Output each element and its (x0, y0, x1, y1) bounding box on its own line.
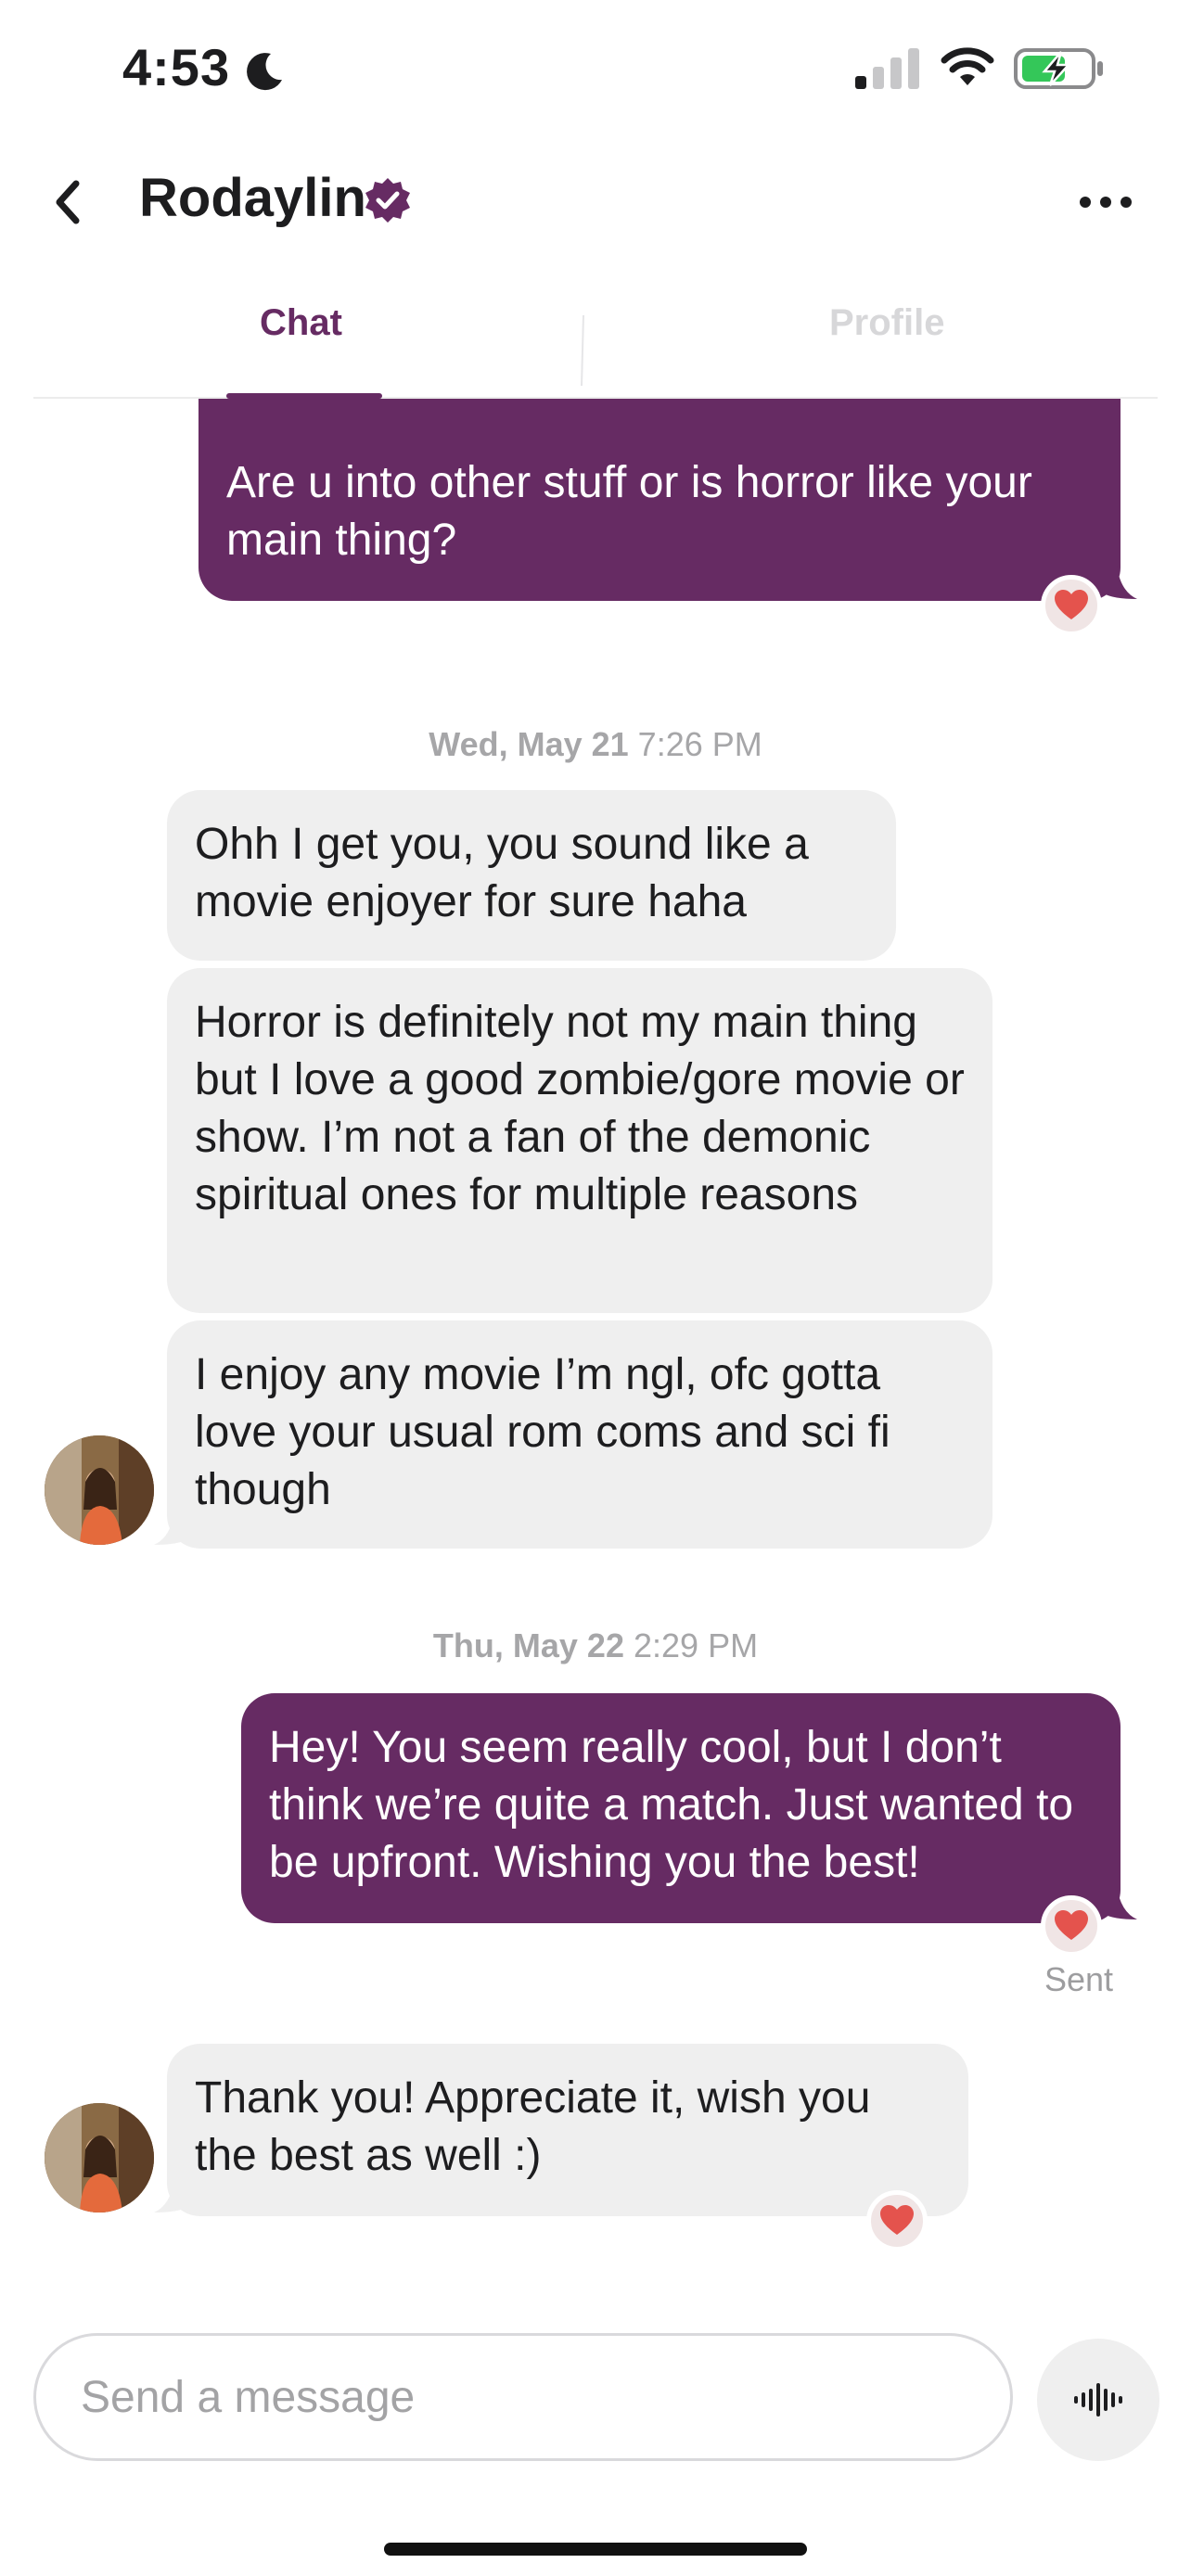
battery-charging-icon (1014, 48, 1103, 89)
tab-divider (581, 315, 584, 386)
date-separator: Thu, May 22 2:29 PM (0, 1626, 1191, 1665)
verified-badge-icon (365, 178, 410, 223)
date-separator: Wed, May 21 7:26 PM (0, 725, 1191, 764)
message-list[interactable]: Are u into other stuff or is horror like… (0, 399, 1191, 2329)
outgoing-message[interactable]: Hey! You seem really cool, but I don’t t… (241, 1693, 1121, 1923)
reaction-heart[interactable] (1041, 575, 1102, 636)
heart-icon (1055, 590, 1088, 619)
message-input[interactable] (81, 2336, 971, 2458)
tab-chat[interactable]: Chat (260, 302, 342, 344)
incoming-message[interactable]: Thank you! Appreciate it, wish you the b… (167, 2044, 968, 2216)
avatar-photo (45, 1435, 154, 1545)
avatar-photo (45, 2103, 154, 2213)
tab-profile[interactable]: Profile (829, 302, 944, 344)
voice-message-button[interactable] (1037, 2339, 1159, 2461)
message-text: Are u into other stuff or is horror like… (226, 458, 1032, 565)
audio-waveform-icon (1074, 2383, 1122, 2417)
reaction-heart[interactable] (866, 2190, 928, 2251)
incoming-message[interactable]: Ohh I get you, you sound like a movie en… (167, 790, 896, 961)
incoming-message[interactable]: I enjoy any movie I’m ngl, ofc gotta lov… (167, 1320, 992, 1549)
message-text: I enjoy any movie I’m ngl, ofc gotta lov… (195, 1350, 890, 1514)
message-status: Sent (1044, 1960, 1114, 1998)
status-time: 4:53 (122, 38, 231, 96)
more-options-icon[interactable] (1076, 187, 1135, 217)
message-text: Horror is definitely not my main thing b… (195, 998, 965, 1219)
heart-icon (880, 2205, 914, 2235)
cellular-signal-icon (855, 48, 919, 89)
message-text: Ohh I get you, you sound like a movie en… (195, 820, 809, 926)
back-chevron-icon[interactable] (48, 176, 89, 228)
outgoing-message[interactable]: Are u into other stuff or is horror like… (198, 399, 1121, 601)
wifi-icon (941, 47, 994, 85)
date-separator-day: Wed, May 21 (429, 725, 629, 763)
message-composer (33, 2333, 1013, 2461)
contact-name[interactable]: Rodaylin (139, 167, 366, 229)
chat-tabs: Chat Profile (33, 269, 1158, 399)
date-separator-time: 7:26 PM (637, 725, 762, 763)
date-separator-day: Thu, May 22 (432, 1626, 624, 1664)
message-text: Thank you! Appreciate it, wish you the b… (195, 2073, 871, 2180)
home-indicator (384, 2543, 807, 2556)
chat-header: Rodaylin (0, 139, 1191, 260)
heart-icon (1055, 1910, 1088, 1940)
bubble-tail (1104, 1886, 1137, 1919)
status-bar: 4:53 (0, 0, 1191, 139)
date-separator-time: 2:29 PM (634, 1626, 759, 1664)
moon-icon (247, 53, 282, 91)
contact-avatar[interactable] (45, 2103, 154, 2213)
bubble-tail (1104, 566, 1137, 599)
bubble-tail (154, 2179, 187, 2213)
contact-avatar[interactable] (45, 1435, 154, 1545)
reaction-heart[interactable] (1041, 1895, 1102, 1957)
incoming-message[interactable]: Horror is definitely not my main thing b… (167, 968, 992, 1313)
bubble-tail (154, 1511, 187, 1545)
message-text: Hey! You seem really cool, but I don’t t… (269, 1723, 1074, 1887)
